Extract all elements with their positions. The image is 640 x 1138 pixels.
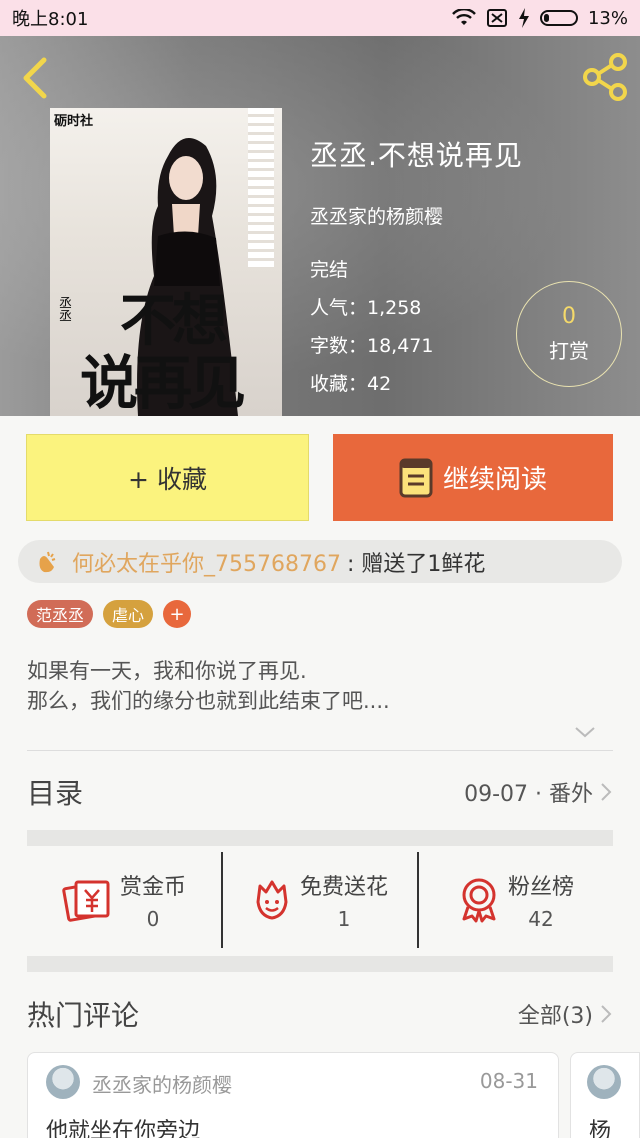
cover-window — [248, 108, 274, 268]
toc-title: 目录 — [27, 777, 84, 810]
stat-label: 粉丝榜 — [507, 875, 574, 900]
tag-item[interactable]: 虐心 — [103, 600, 154, 628]
comment-text: 他就坐在你旁边 — [46, 1119, 201, 1138]
collect-label: + 收藏 — [128, 464, 207, 494]
book-word-count: 字数：18,471 — [310, 335, 434, 357]
stats-row: 赏金币 0 免费送花 1 粉丝榜 42 — [27, 852, 613, 948]
section-separator — [27, 830, 613, 846]
book-title: 丞丞.不想说再见 — [310, 139, 523, 172]
chevron-right-icon — [601, 1005, 612, 1023]
view-all-label: 全部(3) — [517, 1004, 593, 1029]
clap-icon — [39, 551, 56, 572]
cover-small-text: 丞丞 — [56, 296, 71, 322]
book-popularity: 人气：1,258 — [310, 297, 422, 319]
tag-list: 范丞丞 虐心 + — [27, 600, 192, 628]
book-favorites: 收藏：42 — [310, 373, 392, 395]
cover-title-line2: 说再见 — [80, 349, 246, 416]
book-cover[interactable]: 砺时社 丞丞 不想 说再见 — [50, 108, 282, 416]
stat-fans[interactable]: 粉丝榜 42 — [417, 852, 613, 948]
status-bar: 晚上8:01 13% — [0, 0, 640, 36]
battery-percent: 13% — [587, 7, 628, 29]
book-status: 完结 — [310, 259, 349, 281]
medal-icon — [462, 878, 496, 923]
gift-text: : 赠送了1鲜花 — [346, 551, 486, 577]
stat-value: 42 — [528, 907, 554, 931]
charging-icon — [518, 8, 529, 28]
back-icon[interactable] — [14, 54, 54, 102]
gift-user[interactable]: 何必太在乎你_755768767 — [72, 546, 341, 578]
book-icon — [399, 458, 433, 497]
reward-count: 0 — [562, 304, 576, 329]
stat-label: 免费送花 — [299, 875, 388, 900]
sim-off-icon — [486, 9, 507, 27]
flower-icon — [256, 880, 288, 920]
stat-value: 0 — [146, 907, 160, 931]
book-author[interactable]: 丞丞家的杨颜樱 — [310, 202, 523, 229]
comment-text: 杨 — [589, 1119, 612, 1138]
avatar — [46, 1065, 80, 1099]
view-all-comments-button[interactable]: 全部(3) — [518, 998, 613, 1030]
summary-line1: 如果有一天，我和你说了再见. — [27, 659, 307, 683]
avatar — [587, 1065, 621, 1099]
book-summary: 如果有一天，我和你说了再见. 那么，我们的缘分也就到此结束了吧.... — [27, 656, 390, 716]
wifi-icon — [452, 9, 476, 25]
continue-reading-label: 继续阅读 — [442, 465, 547, 495]
status-icons: 13% — [452, 8, 628, 29]
comment-date: 08-31 — [479, 1069, 538, 1093]
comment-card[interactable]: 杨 — [570, 1052, 640, 1138]
chevron-right-icon — [601, 783, 612, 801]
toc-latest: 09-07 · 番外 — [464, 776, 613, 808]
stat-free-flower[interactable]: 免费送花 1 — [221, 852, 417, 948]
table-of-contents-row[interactable]: 目录 09-07 · 番外 — [27, 772, 613, 812]
comments-title: 热门评论 — [27, 999, 140, 1032]
summary-line2: 那么，我们的缘分也就到此结束了吧.... — [27, 689, 390, 713]
divider — [27, 750, 613, 751]
comment-card[interactable]: 丞丞家的杨颜樱 08-31 他就坐在你旁边 — [27, 1052, 559, 1138]
share-icon[interactable] — [580, 52, 630, 102]
stat-value: 1 — [337, 907, 351, 931]
collect-button[interactable]: + 收藏 — [26, 434, 309, 521]
book-header: 砺时社 丞丞 不想 说再见 丞丞.不想说再见 丞丞家的杨颜樱 完结 人气：1,2… — [0, 36, 640, 416]
red-envelope-icon — [62, 880, 110, 922]
reward-button[interactable]: 0 打赏 — [516, 281, 622, 387]
toc-latest-label: 09-07 · 番外 — [464, 782, 593, 807]
chevron-down-icon[interactable] — [574, 724, 596, 740]
section-separator — [27, 956, 613, 972]
cover-brand: 砺时社 — [54, 114, 94, 129]
battery-icon — [539, 10, 578, 26]
stat-coins[interactable]: 赏金币 0 — [27, 852, 221, 948]
gift-notice: 何必太在乎你_755768767 : 赠送了1鲜花 — [18, 540, 622, 583]
status-time: 晚上8:01 — [12, 9, 89, 30]
continue-reading-button[interactable]: 继续阅读 — [333, 434, 613, 521]
comment-user: 丞丞家的杨颜樱 — [92, 1073, 232, 1097]
book-info: 丞丞.不想说再见 丞丞家的杨颜樱 完结 人气：1,258 字数：18,471 收… — [310, 134, 523, 403]
tag-item[interactable]: 范丞丞 — [27, 600, 94, 628]
stat-label: 赏金币 — [119, 875, 186, 900]
comments-header: 热门评论 全部(3) — [27, 994, 613, 1034]
add-tag-button[interactable]: + — [163, 600, 192, 628]
reward-label: 打赏 — [549, 339, 589, 363]
